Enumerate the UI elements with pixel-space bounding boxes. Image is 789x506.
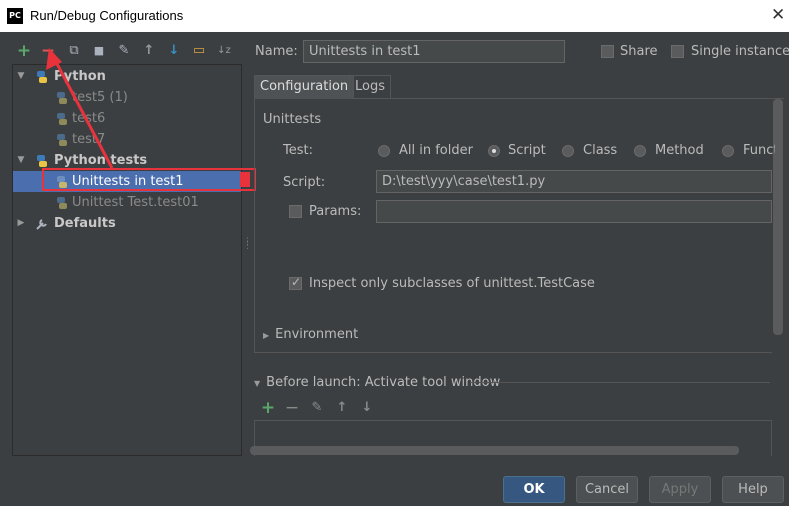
title-bar: PC Run/Debug Configurations ✕ <box>0 0 789 32</box>
expand-arrow-icon: ▶ <box>263 331 270 340</box>
python-run-icon <box>55 91 69 105</box>
tree-item[interactable]: test7 <box>13 129 241 150</box>
radio-method[interactable] <box>634 145 646 157</box>
tree-item[interactable]: Unittest Test.test01 <box>13 192 241 213</box>
edit-defaults-button[interactable]: ✎ <box>114 40 134 62</box>
expand-arrow-icon[interactable]: ▼ <box>15 150 27 171</box>
defaults-wrench-icon <box>35 217 49 231</box>
configuration-tab-content <box>254 99 772 353</box>
environment-section-toggle[interactable]: ▶ Environment <box>263 327 358 342</box>
share-checkbox[interactable] <box>601 45 614 58</box>
close-icon[interactable]: ✕ <box>771 0 789 32</box>
folder-button[interactable]: ▭ <box>189 40 209 62</box>
params-checkbox[interactable] <box>289 205 302 218</box>
python-run-icon <box>55 112 69 126</box>
section-divider <box>470 382 770 383</box>
configurations-tree: ▼ Python test5 (1) test6 test7 ▼ Python … <box>12 64 242 456</box>
copy-configuration-button[interactable]: ⧉ <box>64 40 84 62</box>
share-label: Share <box>620 44 658 59</box>
sort-button[interactable]: ↓z <box>214 40 234 62</box>
move-down-button[interactable]: ↓ <box>164 40 184 62</box>
python-test-run-icon <box>55 196 69 210</box>
edit-task-button[interactable]: ✎ <box>307 398 327 418</box>
details-tabs: Configuration Logs <box>254 75 784 99</box>
help-button[interactable]: Help <box>722 476 784 503</box>
annotation-highlight-box <box>42 168 256 191</box>
save-configuration-button[interactable]: ■ <box>89 40 109 62</box>
radio-script[interactable] <box>488 145 500 157</box>
single-instance-checkbox[interactable] <box>671 45 684 58</box>
radio-all-in-folder[interactable] <box>378 145 390 157</box>
apply-button[interactable]: Apply <box>649 476 711 503</box>
vertical-scrollbar[interactable] <box>773 99 783 335</box>
expand-arrow-icon[interactable]: ▼ <box>15 66 27 87</box>
configuration-details: Name: Unittests in test1 Share Single in… <box>250 36 789 456</box>
tab-configuration[interactable]: Configuration <box>254 75 355 99</box>
radio-label: Method <box>655 143 704 158</box>
configurations-panel: + − ⧉ ■ ✎ ↑ ↓ ▭ ↓z ▼ Python test5 (1) te… <box>12 36 256 456</box>
tree-item-label: test7 <box>72 132 106 147</box>
tree-item-label: Unittest Test.test01 <box>72 195 199 210</box>
radio-label: All in folder <box>399 143 473 158</box>
name-input[interactable]: Unittests in test1 <box>303 40 565 63</box>
radio-label: Script <box>508 143 546 158</box>
add-task-button[interactable]: + <box>258 398 278 418</box>
radio-label: Class <box>583 143 618 158</box>
test-label: Test: <box>283 143 313 158</box>
remove-configuration-button[interactable]: − <box>38 40 58 62</box>
tree-item[interactable]: test5 (1) <box>13 87 241 108</box>
name-label: Name: <box>255 44 298 59</box>
inspect-subclasses-label: Inspect only subclasses of unittest.Test… <box>309 276 595 291</box>
radio-label: Function <box>743 143 775 158</box>
move-task-up-button[interactable]: ↑ <box>332 398 352 418</box>
radio-function[interactable] <box>722 145 734 157</box>
tree-group-defaults[interactable]: ▶ Defaults <box>13 213 241 234</box>
script-label: Script: <box>283 175 326 190</box>
collapse-arrow-icon: ▼ <box>254 379 261 388</box>
tab-logs[interactable]: Logs <box>349 75 391 99</box>
before-launch-label: Before launch: Activate tool window <box>266 375 501 390</box>
params-label: Params: <box>309 204 362 219</box>
window-title: Run/Debug Configurations <box>30 8 184 23</box>
configurations-toolbar: + − ⧉ ■ ✎ ↑ ↓ ▭ ↓z <box>12 40 252 64</box>
pycharm-logo-icon: PC <box>7 8 23 24</box>
tree-item-label: test5 (1) <box>72 90 128 105</box>
cancel-button[interactable]: Cancel <box>576 476 638 503</box>
tree-item[interactable]: test6 <box>13 108 241 129</box>
tree-group-python[interactable]: ▼ Python <box>13 66 241 87</box>
tree-group-label: Python <box>54 69 106 84</box>
tree-item-label: test6 <box>72 111 106 126</box>
annotation-highlight-marker <box>240 172 250 187</box>
script-path-input[interactable]: D:\test\yyy\case\test1.py <box>376 170 772 193</box>
python-tests-icon <box>35 154 49 168</box>
inspect-subclasses-checkbox[interactable] <box>289 275 302 290</box>
tree-group-label: Defaults <box>54 216 116 231</box>
python-icon <box>35 70 49 84</box>
move-up-button[interactable]: ↑ <box>139 40 159 62</box>
before-launch-section[interactable]: ▼ Before launch: Activate tool window <box>254 375 772 390</box>
single-instance-label: Single instance <box>691 44 789 59</box>
panel-splitter-handle[interactable]: ⋮ ⋮ <box>243 238 252 256</box>
move-task-down-button[interactable]: ↓ <box>357 398 377 418</box>
add-configuration-button[interactable]: + <box>14 40 34 62</box>
ok-button[interactable]: OK <box>503 476 565 503</box>
horizontal-scrollbar[interactable] <box>250 446 739 455</box>
section-title: Unittests <box>263 112 322 127</box>
collapse-arrow-icon[interactable]: ▶ <box>15 213 27 234</box>
radio-class[interactable] <box>562 145 574 157</box>
environment-label: Environment <box>275 327 359 342</box>
python-run-icon <box>55 133 69 147</box>
params-input[interactable] <box>376 200 772 223</box>
remove-task-button[interactable]: − <box>282 398 302 418</box>
